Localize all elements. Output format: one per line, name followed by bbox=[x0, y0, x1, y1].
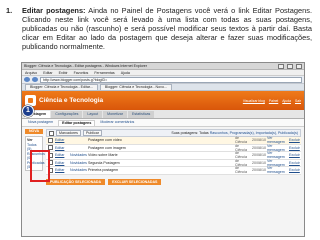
labels-button[interactable]: Marcadores bbox=[56, 130, 81, 136]
post-checkbox[interactable] bbox=[48, 137, 53, 143]
subtab-edit-posts[interactable]: Editar postagens bbox=[58, 120, 96, 126]
post-date: 20/08/10 bbox=[252, 168, 266, 173]
post-title: Primeira postagem bbox=[88, 168, 119, 173]
tab-configuracoes[interactable]: Configurações bbox=[51, 111, 83, 118]
subtab-moderate-comments[interactable]: Moderar comentários bbox=[97, 120, 137, 126]
instruction-heading: Editar postagens: bbox=[22, 6, 86, 15]
browser-tab-new-post[interactable]: Blogger: Ciência e Tecnologia - Novo... bbox=[99, 84, 172, 90]
edit-post-link[interactable]: Editar bbox=[55, 153, 68, 157]
publish-selected-button[interactable]: PUBLICAÇÃO SELECIONADA bbox=[46, 178, 106, 185]
post-title: Postagem com vídeo bbox=[88, 138, 122, 143]
menu-ferramentas[interactable]: Ferramentas bbox=[94, 71, 114, 75]
post-date: 20/08/10 bbox=[252, 138, 266, 143]
edit-link-highlight bbox=[30, 150, 50, 182]
back-icon[interactable] bbox=[24, 77, 30, 82]
delete-selected-button[interactable]: EXCLUIR SELECIONADAS bbox=[108, 178, 162, 185]
post-date: 20/08/10 bbox=[252, 145, 266, 150]
delete-post-link[interactable]: Excluir bbox=[289, 138, 300, 142]
bulk-actions: PUBLICAÇÃO SELECIONADA EXCLUIR SELECIONA… bbox=[46, 178, 301, 185]
menu-favoritos[interactable]: Favoritos bbox=[74, 71, 89, 75]
step-number: 1. bbox=[6, 6, 13, 15]
filter-links[interactable]: Rascunhos, Programada(s), Importada(s), … bbox=[210, 131, 298, 135]
delete-post-link[interactable]: Excluir bbox=[289, 146, 300, 150]
posts-filter: Suas postagens: Todas Rascunhos, Program… bbox=[171, 131, 298, 135]
window-titlebar: Blogger: Ciência e Tecnologia - Editar p… bbox=[22, 63, 304, 70]
post-row: Editar Novidades Primeira postagem de Ci… bbox=[46, 166, 301, 175]
address-bar-row: http://www.blogger.com/posts.g?blogID= bbox=[22, 76, 304, 84]
tab-monetizar[interactable]: Monetizar bbox=[103, 111, 127, 118]
view-post-link[interactable]: Ver mensagem bbox=[267, 166, 287, 174]
post-title: Postagem com imagem bbox=[88, 145, 126, 150]
delete-post-link[interactable]: Excluir bbox=[289, 153, 300, 157]
delete-post-link[interactable]: Excluir bbox=[289, 161, 300, 165]
help-link[interactable]: Ajuda bbox=[282, 99, 291, 103]
posts-action-bar: Marcadores Publicar Suas postagens: Toda… bbox=[46, 129, 301, 137]
edit-post-link[interactable]: Editar bbox=[55, 168, 68, 172]
dashboard-link[interactable]: Painel bbox=[269, 99, 278, 103]
instruction-text: Editar postagens: Ainda no Painel de Pos… bbox=[22, 6, 312, 51]
menu-arquivo[interactable]: Arquivo bbox=[25, 71, 37, 75]
blogger-header: Ciência e Tecnologia Visualizar blog Pai… bbox=[22, 91, 304, 110]
browser-tabs: Blogger: Ciência e Tecnologia - Editar..… bbox=[22, 84, 304, 91]
post-subtabs: Nova postagem Editar postagens Moderar c… bbox=[22, 119, 304, 127]
post-row: Editar Postagem com vídeo de Ciência 20/… bbox=[46, 136, 301, 145]
select-all-checkbox[interactable] bbox=[49, 130, 54, 136]
delete-post-link[interactable]: Excluir bbox=[289, 168, 300, 172]
menu-exibir[interactable]: Exibir bbox=[59, 71, 68, 75]
maximize-icon[interactable] bbox=[287, 63, 293, 69]
publish-button[interactable]: Publicar bbox=[82, 130, 102, 136]
edit-post-link[interactable]: Editar bbox=[55, 161, 68, 165]
minimize-icon[interactable] bbox=[278, 63, 284, 69]
menu-ajuda[interactable]: Ajuda bbox=[121, 71, 130, 75]
post-row: Editar Postagem com imagem de Ciência 20… bbox=[46, 144, 301, 152]
menu-editar[interactable]: Editar bbox=[43, 71, 52, 75]
browser-tab-edit-posts[interactable]: Blogger: Ciência e Tecnologia - Editar..… bbox=[25, 84, 98, 90]
forward-icon[interactable] bbox=[32, 77, 38, 82]
posts-content: NOVA POSTAGEM Ver Todos (5) Rascunhos (0… bbox=[22, 127, 304, 187]
post-title: Vídeo sobre Marte bbox=[88, 153, 118, 158]
new-post-button[interactable]: NOVA POSTAGEM bbox=[25, 129, 45, 138]
header-links: Visualizar blog Painel Ajuda Sair bbox=[243, 99, 301, 103]
tab-estatisticas[interactable]: Estatísticas bbox=[127, 111, 155, 118]
post-date: 20/08/10 bbox=[252, 153, 266, 158]
blog-title: Ciência e Tecnologia bbox=[39, 97, 104, 104]
post-title: Segunda Postagem bbox=[88, 160, 120, 165]
post-label[interactable]: Novidades bbox=[70, 153, 87, 157]
edit-post-link[interactable]: Editar bbox=[55, 138, 68, 142]
close-icon[interactable] bbox=[296, 63, 302, 69]
post-author: de Ciência bbox=[235, 166, 247, 175]
posts-list: Marcadores Publicar Suas postagens: Toda… bbox=[46, 129, 301, 185]
address-input[interactable]: http://www.blogger.com/posts.g?blogID= bbox=[40, 76, 302, 83]
instruction-paragraph: 1. Editar postagens: Ainda no Painel de … bbox=[6, 6, 312, 51]
signout-link[interactable]: Sair bbox=[295, 99, 301, 103]
filter-prefix: Suas postagens: Todas bbox=[171, 131, 209, 135]
post-label[interactable]: Novidades bbox=[70, 168, 87, 172]
tab-layout[interactable]: Layout bbox=[83, 111, 103, 118]
post-row: Editar Novidades Segunda Postagem de Ciê… bbox=[46, 159, 301, 167]
blogger-screenshot: Blogger: Ciência e Tecnologia - Editar p… bbox=[21, 62, 305, 237]
step-callout-badge: 1 bbox=[22, 105, 34, 117]
post-label[interactable]: Novidades bbox=[70, 161, 87, 165]
post-row: Editar Novidades Vídeo sobre Marte de Ci… bbox=[46, 151, 301, 160]
post-date: 20/08/10 bbox=[252, 160, 266, 165]
view-filter-title: Ver bbox=[27, 138, 33, 142]
subtab-new-post[interactable]: Nova postagem bbox=[25, 120, 56, 126]
edit-post-link[interactable]: Editar bbox=[55, 146, 68, 150]
view-blog-link[interactable]: Visualizar blog bbox=[243, 99, 265, 103]
window-title: Blogger: Ciência e Tecnologia - Editar p… bbox=[24, 64, 147, 68]
panel-tabs: Postagem Configurações Layout Monetizar … bbox=[22, 110, 304, 119]
